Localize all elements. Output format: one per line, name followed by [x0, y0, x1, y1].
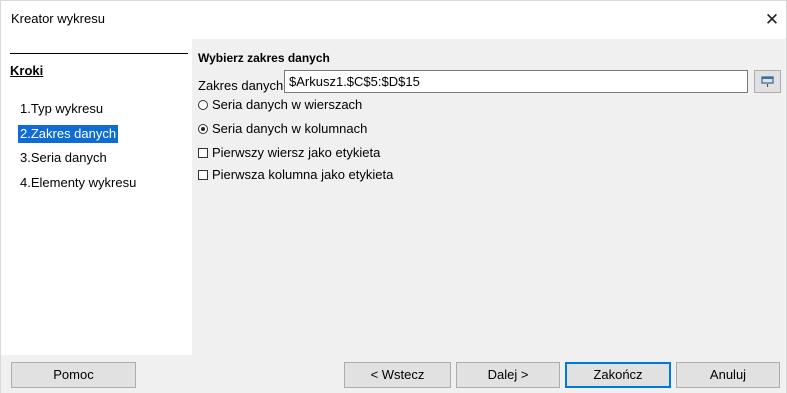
step-data-range[interactable]: 2.Zakres danych: [18, 125, 119, 143]
radio-series-rows-label: Seria danych w wierszach: [212, 97, 363, 112]
range-label: Zakres danych:: [198, 78, 287, 93]
close-icon[interactable]: ✕: [759, 7, 785, 33]
section-title: Wybierz zakres danych: [198, 51, 330, 65]
shrink-icon: [761, 76, 774, 87]
next-button[interactable]: Dalej >: [456, 362, 560, 388]
shrink-button[interactable]: [754, 70, 781, 93]
checkbox-first-row-label[interactable]: Pierwszy wiersz jako etykieta: [198, 145, 380, 160]
checkbox-icon: [198, 147, 208, 158]
steps-sidebar: [10, 39, 188, 355]
radio-series-cols[interactable]: Seria danych w kolumnach: [198, 121, 367, 136]
finish-button[interactable]: Zakończ: [565, 362, 671, 388]
title-bar: Kreator wykresu ✕: [1, 1, 786, 39]
cancel-button[interactable]: Anuluj: [676, 362, 780, 388]
checkbox-first-row-text: Pierwszy wiersz jako etykieta: [212, 145, 381, 160]
range-input[interactable]: $Arkusz1.$C$5:$D$15: [284, 70, 748, 93]
sidebar-divider: [10, 53, 188, 54]
back-button[interactable]: < Wstecz: [344, 362, 451, 388]
steps-heading: Kroki: [10, 63, 44, 78]
checkbox-first-col-label[interactable]: Pierwsza kolumna jako etykieta: [198, 167, 393, 182]
help-button[interactable]: Pomoc: [11, 362, 136, 388]
chart-wizard-dialog: Kreator wykresu ✕ Kroki 1.Typ wykresu 2.…: [0, 0, 787, 393]
radio-unchecked-icon: [198, 99, 208, 110]
checkbox-first-col-text: Pierwsza kolumna jako etykieta: [212, 167, 394, 182]
step-chart-type[interactable]: 1.Typ wykresu: [18, 100, 105, 118]
radio-series-rows[interactable]: Seria danych w wierszach: [198, 97, 362, 112]
dialog-title: Kreator wykresu: [11, 11, 105, 26]
step-data-series[interactable]: 3.Seria danych: [18, 149, 109, 167]
checkbox-icon: [198, 169, 208, 180]
radio-checked-icon: [198, 123, 208, 134]
radio-series-cols-label: Seria danych w kolumnach: [212, 121, 368, 136]
step-chart-elements[interactable]: 4.Elementy wykresu: [18, 174, 138, 192]
